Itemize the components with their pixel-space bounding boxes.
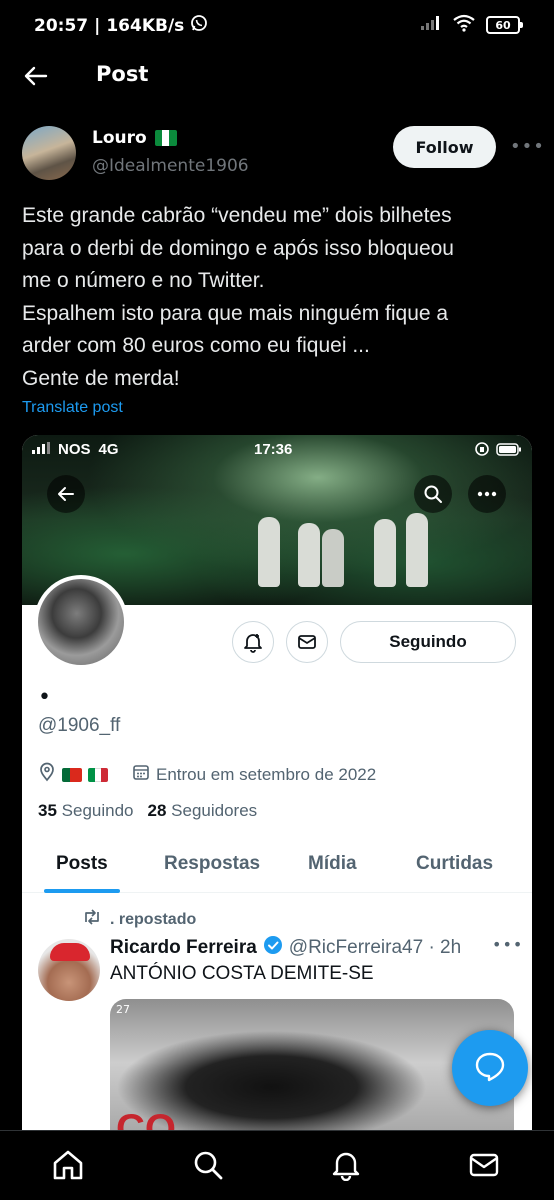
embedded-following: 35 Seguindo <box>38 801 134 821</box>
post-text-line: Espalhem isto para que mais ninguém fiqu… <box>22 301 449 325</box>
post-text-line: me o número e no Twitter. <box>22 269 265 292</box>
nav-search[interactable] <box>190 1149 226 1185</box>
embedded-tab-posts: Posts <box>56 853 108 874</box>
banner-figure <box>258 517 280 587</box>
embedded-repost-label: . repostado <box>82 909 196 930</box>
battery-icon: 60 <box>486 16 523 34</box>
embedded-network: 4G <box>98 441 119 458</box>
embedded-handle: @1906_ff <box>38 715 121 736</box>
nav-notifications[interactable] <box>328 1149 364 1185</box>
post-author: Louro @Idealmente1906 Follow ••• <box>22 124 544 184</box>
nav-messages[interactable] <box>466 1149 502 1185</box>
signal-icon <box>420 15 442 35</box>
embedded-tab-indicator <box>44 889 120 893</box>
post-image[interactable]: NOS 4G 17:36 Seguindo • @1906_ff Entrou … <box>22 435 532 1145</box>
nigeria-flag-icon <box>154 130 177 146</box>
embedded-following-count: 35 <box>38 801 57 820</box>
embedded-reposted-header: Ricardo Ferreira @RicFerreira47 · 2h <box>110 935 461 961</box>
embedded-notify-bell-icon <box>232 621 274 663</box>
embedded-tab-midia: Mídia <box>308 853 357 874</box>
bottom-navigation <box>0 1130 554 1200</box>
back-arrow-icon[interactable] <box>22 62 50 90</box>
author-name[interactable]: Louro <box>92 128 147 148</box>
embedded-profile-tabs: Posts Respostas Mídia Curtidas <box>22 839 532 893</box>
embedded-profile-meta: Entrou em setembro de 2022 <box>38 762 376 787</box>
post-text: Este grande cabrão “vendeu me” dois bilh… <box>22 200 534 395</box>
embedded-display-name: • <box>38 685 51 710</box>
banner-figure <box>374 519 396 587</box>
home-icon <box>51 1148 85 1186</box>
status-bar-left: 20:57 | 164KB/s <box>34 14 208 37</box>
embedded-calendar-icon <box>132 763 150 786</box>
embedded-more-icon <box>468 475 506 513</box>
banner-figure <box>298 523 320 587</box>
nav-home[interactable] <box>50 1149 86 1185</box>
embedded-profile-avatar <box>34 575 128 669</box>
search-icon <box>192 1149 224 1185</box>
embedded-carrier: NOS <box>58 441 91 458</box>
author-avatar[interactable] <box>22 126 76 180</box>
embedded-joined-date: Entrou em setembro de 2022 <box>156 764 377 784</box>
embedded-followers-label: Seguidores <box>171 801 258 820</box>
more-options-icon[interactable]: ••• <box>510 136 545 157</box>
embedded-reposted-text: ANTÓNIO COSTA DEMITE-SE <box>110 963 374 984</box>
embedded-battery-icon <box>496 442 522 460</box>
embedded-repost-icon <box>82 909 102 930</box>
banner-figure <box>406 513 428 587</box>
post-text-line: arder com 80 euros como eu fiquei ... <box>22 334 370 357</box>
embedded-repost-text: . repostado <box>110 910 197 928</box>
author-handle[interactable]: @Idealmente1906 <box>92 156 249 176</box>
banner-figure <box>322 529 344 587</box>
wifi-icon <box>452 14 476 36</box>
status-separator: | <box>94 15 101 36</box>
compose-message-button[interactable] <box>452 1030 528 1106</box>
embedded-followers-count: 28 <box>147 801 167 820</box>
embedded-following-label: Seguindo <box>61 801 134 820</box>
author-name-row: Louro <box>92 128 177 148</box>
messages-icon <box>468 1149 500 1185</box>
status-time: 20:57 <box>34 15 89 36</box>
compose-message-icon <box>473 1049 507 1087</box>
embedded-back-arrow-icon <box>47 475 85 513</box>
embedded-location-icon <box>38 762 56 787</box>
translate-post-link[interactable]: Translate post <box>22 399 123 417</box>
top-bar: Post <box>0 52 554 100</box>
embedded-reposted-avatar <box>38 939 100 1001</box>
embedded-tab-respostas: Respostas <box>164 853 261 874</box>
embedded-follow-counts: 35 Seguindo 28 Seguidores <box>38 801 257 821</box>
embedded-seguindo-button: Seguindo <box>340 621 516 663</box>
embedded-search-icon <box>414 475 452 513</box>
embedded-status-bar: NOS 4G 17:36 <box>32 441 522 463</box>
page-title: Post <box>96 62 149 86</box>
embedded-reposted-name: Ricardo Ferreira <box>110 937 257 958</box>
embedded-reposted-handle: @RicFerreira47 · 2h <box>288 937 462 958</box>
embedded-followers: 28 Seguidores <box>148 801 258 821</box>
whatsapp-icon <box>190 14 208 37</box>
status-bar-right: 60 <box>420 14 523 36</box>
notifications-icon <box>330 1149 362 1185</box>
verified-badge-icon <box>263 935 283 961</box>
embedded-signal-icon <box>32 441 50 458</box>
embedded-time: 17:36 <box>254 441 293 458</box>
italy-flag-icon <box>88 767 108 782</box>
post-text-line: Este grande cabrão “vendeu me” dois bilh… <box>22 204 452 227</box>
post-text-line: Gente de merda! <box>22 366 180 390</box>
status-speed: 164KB/s <box>106 15 185 36</box>
portugal-flag-icon <box>62 767 82 782</box>
embedded-media-number: 27 <box>116 1003 130 1016</box>
embedded-orientation-lock-icon <box>474 441 490 461</box>
embedded-tab-curtidas: Curtidas <box>416 853 494 874</box>
embedded-message-icon <box>286 621 328 663</box>
embedded-reposted-more-icon: ••• <box>492 935 524 954</box>
status-bar: 20:57 | 164KB/s 60 <box>0 0 554 52</box>
post-text-line: para o derbi de domingo e após isso bloq… <box>22 236 454 260</box>
follow-button[interactable]: Follow <box>393 126 496 168</box>
